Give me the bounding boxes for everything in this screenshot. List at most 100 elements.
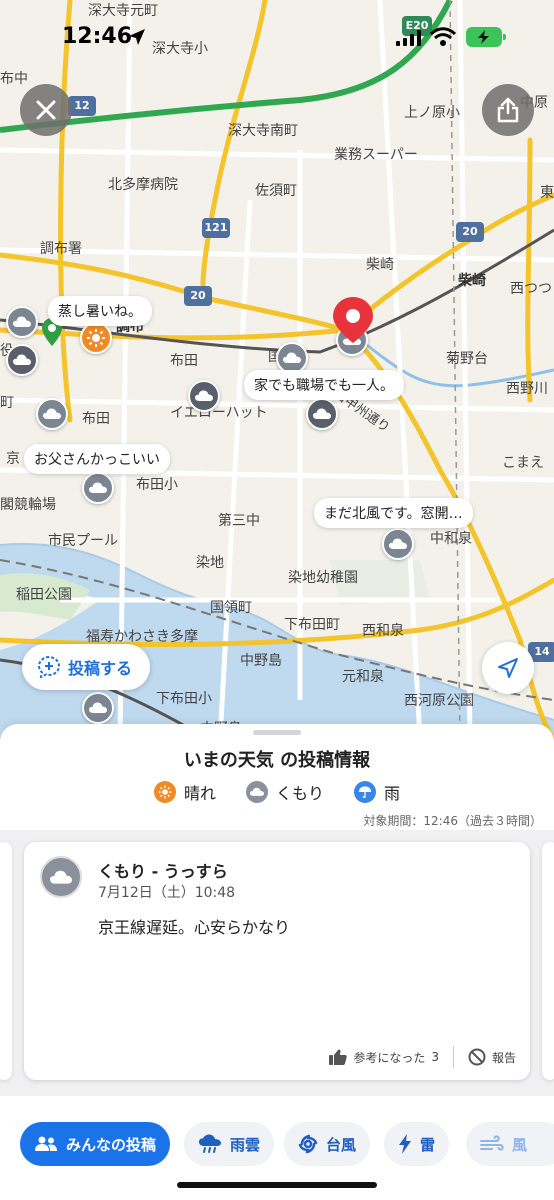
tab-thunder[interactable]: 雷 [384, 1122, 450, 1166]
map-label: 菊野台 [446, 351, 488, 367]
cloud-icon [43, 408, 61, 419]
next-card[interactable] [542, 842, 554, 1080]
helpful-count: 3 [431, 1050, 439, 1064]
cloud-marker[interactable] [306, 398, 338, 430]
post-card[interactable]: くもり - うっすら 7月12日（土）10:48 京王線遅延。心安らかなり 参考… [24, 842, 530, 1080]
tab-rain-cloud[interactable]: 雨雲 [184, 1122, 275, 1166]
navigation-arrow-icon [498, 658, 518, 678]
close-icon [36, 100, 56, 120]
post-bubble[interactable]: まだ北風です。窓開… [314, 498, 473, 528]
tab-label: 台風 [326, 1135, 357, 1154]
helpful-label: 参考になった [353, 1050, 426, 1065]
cloud-icon [40, 856, 82, 898]
tab-everyone-posts[interactable]: みんなの投稿 [20, 1122, 171, 1166]
map-label: 第三中 [218, 513, 260, 529]
selected-pin-icon[interactable] [333, 297, 373, 343]
prev-card[interactable] [0, 842, 12, 1080]
typhoon-icon [298, 1134, 318, 1154]
tab-label: 雷 [420, 1135, 436, 1154]
map-label: 町 [0, 395, 14, 411]
home-indicator [177, 1182, 377, 1188]
cloud-marker[interactable] [6, 306, 38, 338]
wifi-icon [430, 27, 456, 46]
map-label: 元和泉 [342, 669, 384, 685]
map-label: 稲田公園 [16, 587, 72, 603]
route-badge: 121 [202, 218, 230, 238]
tab-typhoon[interactable]: 台風 [284, 1122, 371, 1166]
sheet-title: いまの天気 の投稿情報 [183, 750, 371, 771]
map-label: 柴崎 [458, 273, 486, 289]
map-label: 調布署 [40, 241, 82, 257]
sun-icon [87, 329, 105, 347]
post-button[interactable]: 投稿する [22, 644, 150, 690]
legend-item-rain: 雨 [354, 780, 400, 804]
post-bubble[interactable]: お父さんかっこいい [24, 444, 170, 474]
location-arrow-icon [129, 29, 145, 45]
share-button[interactable] [482, 84, 534, 136]
map-label: 市民プール [48, 533, 118, 549]
map-label: 下布田小 [156, 691, 212, 707]
map-label: 西河原公園 [404, 693, 474, 709]
status-bar: 12:46 [0, 0, 554, 70]
category-tabs: みんなの投稿 雨雲 台風 雷 風 [0, 1122, 554, 1168]
map-label: 布田 [82, 411, 110, 427]
cloud-marker[interactable] [36, 398, 68, 430]
sun-marker[interactable] [80, 322, 112, 354]
legend-item-cloudy: くもり [245, 780, 324, 804]
weather-legend: 晴れ くもり 雨 [0, 780, 554, 804]
cloud-marker[interactable] [382, 528, 414, 560]
cloud-marker[interactable] [82, 472, 114, 504]
cloud-icon [13, 316, 31, 327]
sheet-handle[interactable] [253, 730, 301, 735]
map-label: イエローハット [170, 405, 268, 421]
cloud-icon [13, 354, 31, 365]
divider [452, 1046, 454, 1068]
cloud-sun-icon [195, 390, 213, 401]
map-label: 布田小 [136, 477, 178, 493]
map-label: 西つつじ [510, 281, 554, 297]
post-body: 京王線遅延。心安らかなり [98, 918, 291, 937]
legend-label: くもり [275, 784, 324, 803]
post-bubble[interactable]: 家でも職場でも一人。 [244, 370, 404, 400]
map-label: 北多摩病院 [108, 177, 178, 193]
map-label: 東 [540, 185, 554, 201]
cloud-marker[interactable] [6, 344, 38, 376]
cloud-marker[interactable] [82, 692, 114, 724]
map-label: 下布田町 [284, 617, 340, 633]
helpful-button[interactable]: 参考になった 3 [329, 1049, 439, 1066]
route-badge: 12 [68, 96, 96, 116]
map-label: 閣競輪場 [0, 497, 56, 513]
map-label: 柴崎 [366, 257, 394, 273]
map-label: 染地幼稚園 [288, 570, 358, 586]
map-label: 中野島 [240, 653, 282, 669]
current-location-button[interactable] [482, 642, 534, 694]
map[interactable]: 深大寺元町 深大寺小 布中 上ノ原小 中原 深大寺南町 業務スーパー 北多摩病院… [0, 0, 554, 740]
battery-icon [466, 27, 506, 47]
map-label: 布中 [0, 71, 28, 87]
post-date: 7月12日（土）10:48 [98, 885, 236, 901]
map-label: 佐須町 [255, 183, 297, 199]
cloud-sun-icon [313, 408, 331, 419]
post-bubble[interactable]: 蒸し暑いね。 [48, 296, 152, 326]
cloud-marker[interactable] [188, 380, 220, 412]
post-actions: 参考になった 3 報告 [329, 1046, 516, 1068]
post-carousel[interactable]: くもり - うっすら 7月12日（土）10:48 京王線遅延。心安らかなり 参考… [0, 830, 554, 1096]
close-button[interactable] [20, 84, 72, 136]
wind-icon [480, 1135, 504, 1151]
add-post-icon [38, 656, 60, 678]
map-label: 国領町 [210, 600, 252, 616]
tab-label: みんなの投稿 [66, 1135, 157, 1154]
period-text: 対象期間：12:46（過去３時間） [363, 814, 542, 828]
cloud-icon [389, 538, 407, 549]
report-button[interactable]: 報告 [468, 1048, 516, 1066]
post-title: くもり - うっすら [98, 862, 228, 881]
map-label: 上ノ原小 [404, 105, 460, 121]
report-label: 報告 [491, 1050, 516, 1065]
map-label: こまえ [502, 455, 544, 471]
cloud-icon [89, 702, 107, 713]
map-label: 西野川 [506, 381, 548, 397]
map-label: 福寿かわさき多摩 [86, 629, 198, 645]
rain-cloud-icon [199, 1134, 221, 1153]
tab-wind[interactable]: 風 [466, 1122, 554, 1166]
map-label: 業務スーパー [334, 147, 418, 163]
